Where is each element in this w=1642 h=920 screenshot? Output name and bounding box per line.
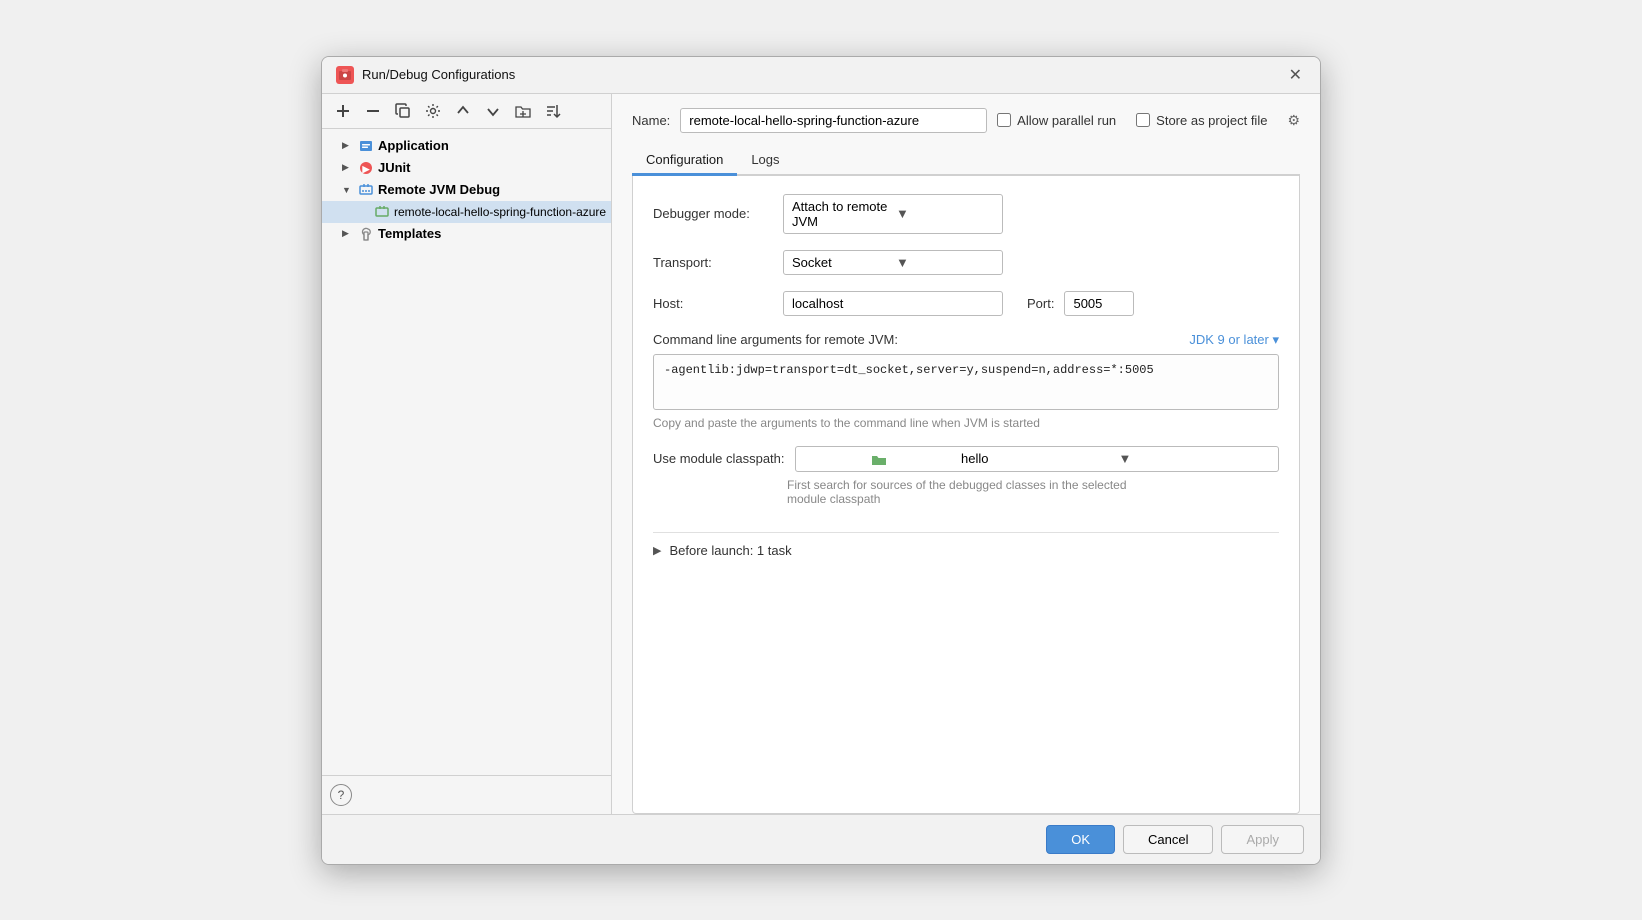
sidebar-item-junit[interactable]: ▶ ▶ JUnit: [322, 157, 611, 179]
cmd-hint: Copy and paste the arguments to the comm…: [653, 416, 1279, 430]
store-project-checkbox[interactable]: [1136, 113, 1150, 127]
dropdown-arrow-icon: ▼: [896, 255, 994, 270]
wrench-icon: [358, 226, 374, 242]
sidebar-item-templates[interactable]: ▶ Templates: [322, 223, 611, 245]
tab-logs[interactable]: Logs: [737, 145, 793, 176]
checkbox-row: Allow parallel run Store as project file…: [997, 112, 1300, 129]
name-input[interactable]: [680, 108, 987, 133]
sidebar-item-application[interactable]: ▶ Application: [322, 135, 611, 157]
ok-button[interactable]: OK: [1046, 825, 1115, 854]
cmd-args-label: Command line arguments for remote JVM:: [653, 332, 898, 347]
chevron-icon: ▶: [342, 162, 354, 173]
transport-value: Socket: [792, 255, 890, 270]
remove-button[interactable]: [360, 100, 386, 122]
allow-parallel-text: Allow parallel run: [1017, 113, 1116, 128]
apply-button[interactable]: Apply: [1221, 825, 1304, 854]
application-icon: [358, 138, 374, 154]
before-launch-chevron-icon: ▶: [653, 544, 661, 557]
move-up-button[interactable]: [450, 100, 476, 122]
app-icon: [336, 66, 354, 84]
sidebar-item-label: JUnit: [378, 160, 411, 175]
config-panel: Debugger mode: Attach to remote JVM ▼ Tr…: [632, 176, 1300, 814]
folder-button[interactable]: [510, 100, 536, 122]
dropdown-arrow-icon: ▼: [896, 206, 994, 221]
sidebar: ▶ Application ▶ ▶ JUnit ▼: [322, 94, 612, 814]
name-label: Name:: [632, 113, 670, 128]
junit-icon: ▶: [358, 160, 374, 176]
chevron-icon: ▶: [342, 228, 354, 239]
chevron-icon: ▶: [342, 140, 354, 151]
run-debug-dialog: Run/Debug Configurations ✕: [321, 56, 1321, 865]
module-classpath-section: Use module classpath: hello ▼ First sear…: [653, 446, 1279, 506]
dialog-title: Run/Debug Configurations: [362, 67, 515, 82]
host-port-row: Host: Port:: [653, 291, 1279, 316]
name-row: Name: Allow parallel run Store as projec…: [632, 108, 1300, 133]
sidebar-item-label: Application: [378, 138, 449, 153]
sidebar-item-label: remote-local-hello-spring-function-azure: [394, 205, 606, 219]
debug-icon: [358, 182, 374, 198]
transport-row: Transport: Socket ▼: [653, 250, 1279, 275]
module-classpath-label: Use module classpath:: [653, 451, 785, 466]
jdk-link[interactable]: JDK 9 or later ▾: [1189, 332, 1279, 348]
transport-select[interactable]: Socket ▼: [783, 250, 1003, 275]
svg-text:▶: ▶: [362, 164, 371, 174]
copy-button[interactable]: [390, 100, 416, 122]
help-button[interactable]: ?: [330, 784, 352, 806]
sidebar-toolbar: [322, 94, 611, 129]
sidebar-item-remote-config[interactable]: ▶ remote-local-hello-spring-function-azu…: [322, 201, 611, 223]
tree-area: ▶ Application ▶ ▶ JUnit ▼: [322, 129, 611, 775]
cmd-args-header: Command line arguments for remote JVM: J…: [653, 332, 1279, 348]
host-input[interactable]: [783, 291, 1003, 316]
chevron-icon: ▼: [342, 185, 354, 195]
host-label: Host:: [653, 296, 773, 311]
gear-icon[interactable]: ⚙: [1287, 112, 1300, 129]
dialog-footer: OK Cancel Apply: [322, 814, 1320, 864]
store-project-label[interactable]: Store as project file: [1136, 113, 1267, 128]
port-label: Port:: [1027, 296, 1054, 311]
sidebar-item-label: Templates: [378, 226, 441, 241]
port-input[interactable]: [1064, 291, 1134, 316]
cancel-button[interactable]: Cancel: [1123, 825, 1213, 854]
debugger-mode-value: Attach to remote JVM: [792, 199, 890, 229]
debugger-mode-select[interactable]: Attach to remote JVM ▼: [783, 194, 1003, 234]
sidebar-bottom: ?: [322, 775, 611, 814]
module-value: hello: [961, 451, 1113, 466]
allow-parallel-label[interactable]: Allow parallel run: [997, 113, 1116, 128]
content-area: Name: Allow parallel run Store as projec…: [612, 94, 1320, 814]
tabs-row: Configuration Logs: [632, 145, 1300, 176]
dropdown-arrow-icon: ▼: [1119, 451, 1271, 466]
sidebar-item-remote-jvm[interactable]: ▼ Remote JVM Debug: [322, 179, 611, 201]
settings-button[interactable]: [420, 100, 446, 122]
add-button[interactable]: [330, 100, 356, 122]
transport-label: Transport:: [653, 255, 773, 270]
cmd-args-section: Command line arguments for remote JVM: J…: [653, 332, 1279, 430]
before-launch-label: Before launch: 1 task: [669, 543, 791, 558]
move-down-button[interactable]: [480, 100, 506, 122]
module-hint: First search for sources of the debugged…: [787, 478, 1279, 506]
debugger-mode-label: Debugger mode:: [653, 206, 773, 221]
module-folder-icon: [804, 451, 956, 467]
cmd-args-textarea[interactable]: [653, 354, 1279, 410]
module-classpath-select[interactable]: hello ▼: [795, 446, 1279, 472]
titlebar: Run/Debug Configurations ✕: [322, 57, 1320, 94]
sidebar-item-label: Remote JVM Debug: [378, 182, 500, 197]
debugger-mode-row: Debugger mode: Attach to remote JVM ▼: [653, 194, 1279, 234]
tab-configuration[interactable]: Configuration: [632, 145, 737, 176]
sort-button[interactable]: [540, 100, 566, 122]
close-button[interactable]: ✕: [1285, 65, 1306, 85]
config-icon: [374, 204, 390, 220]
module-classpath-row: Use module classpath: hello ▼: [653, 446, 1279, 472]
store-project-text: Store as project file: [1156, 113, 1267, 128]
before-launch-row[interactable]: ▶ Before launch: 1 task: [653, 532, 1279, 568]
main-area: ▶ Application ▶ ▶ JUnit ▼: [322, 94, 1320, 814]
allow-parallel-checkbox[interactable]: [997, 113, 1011, 127]
